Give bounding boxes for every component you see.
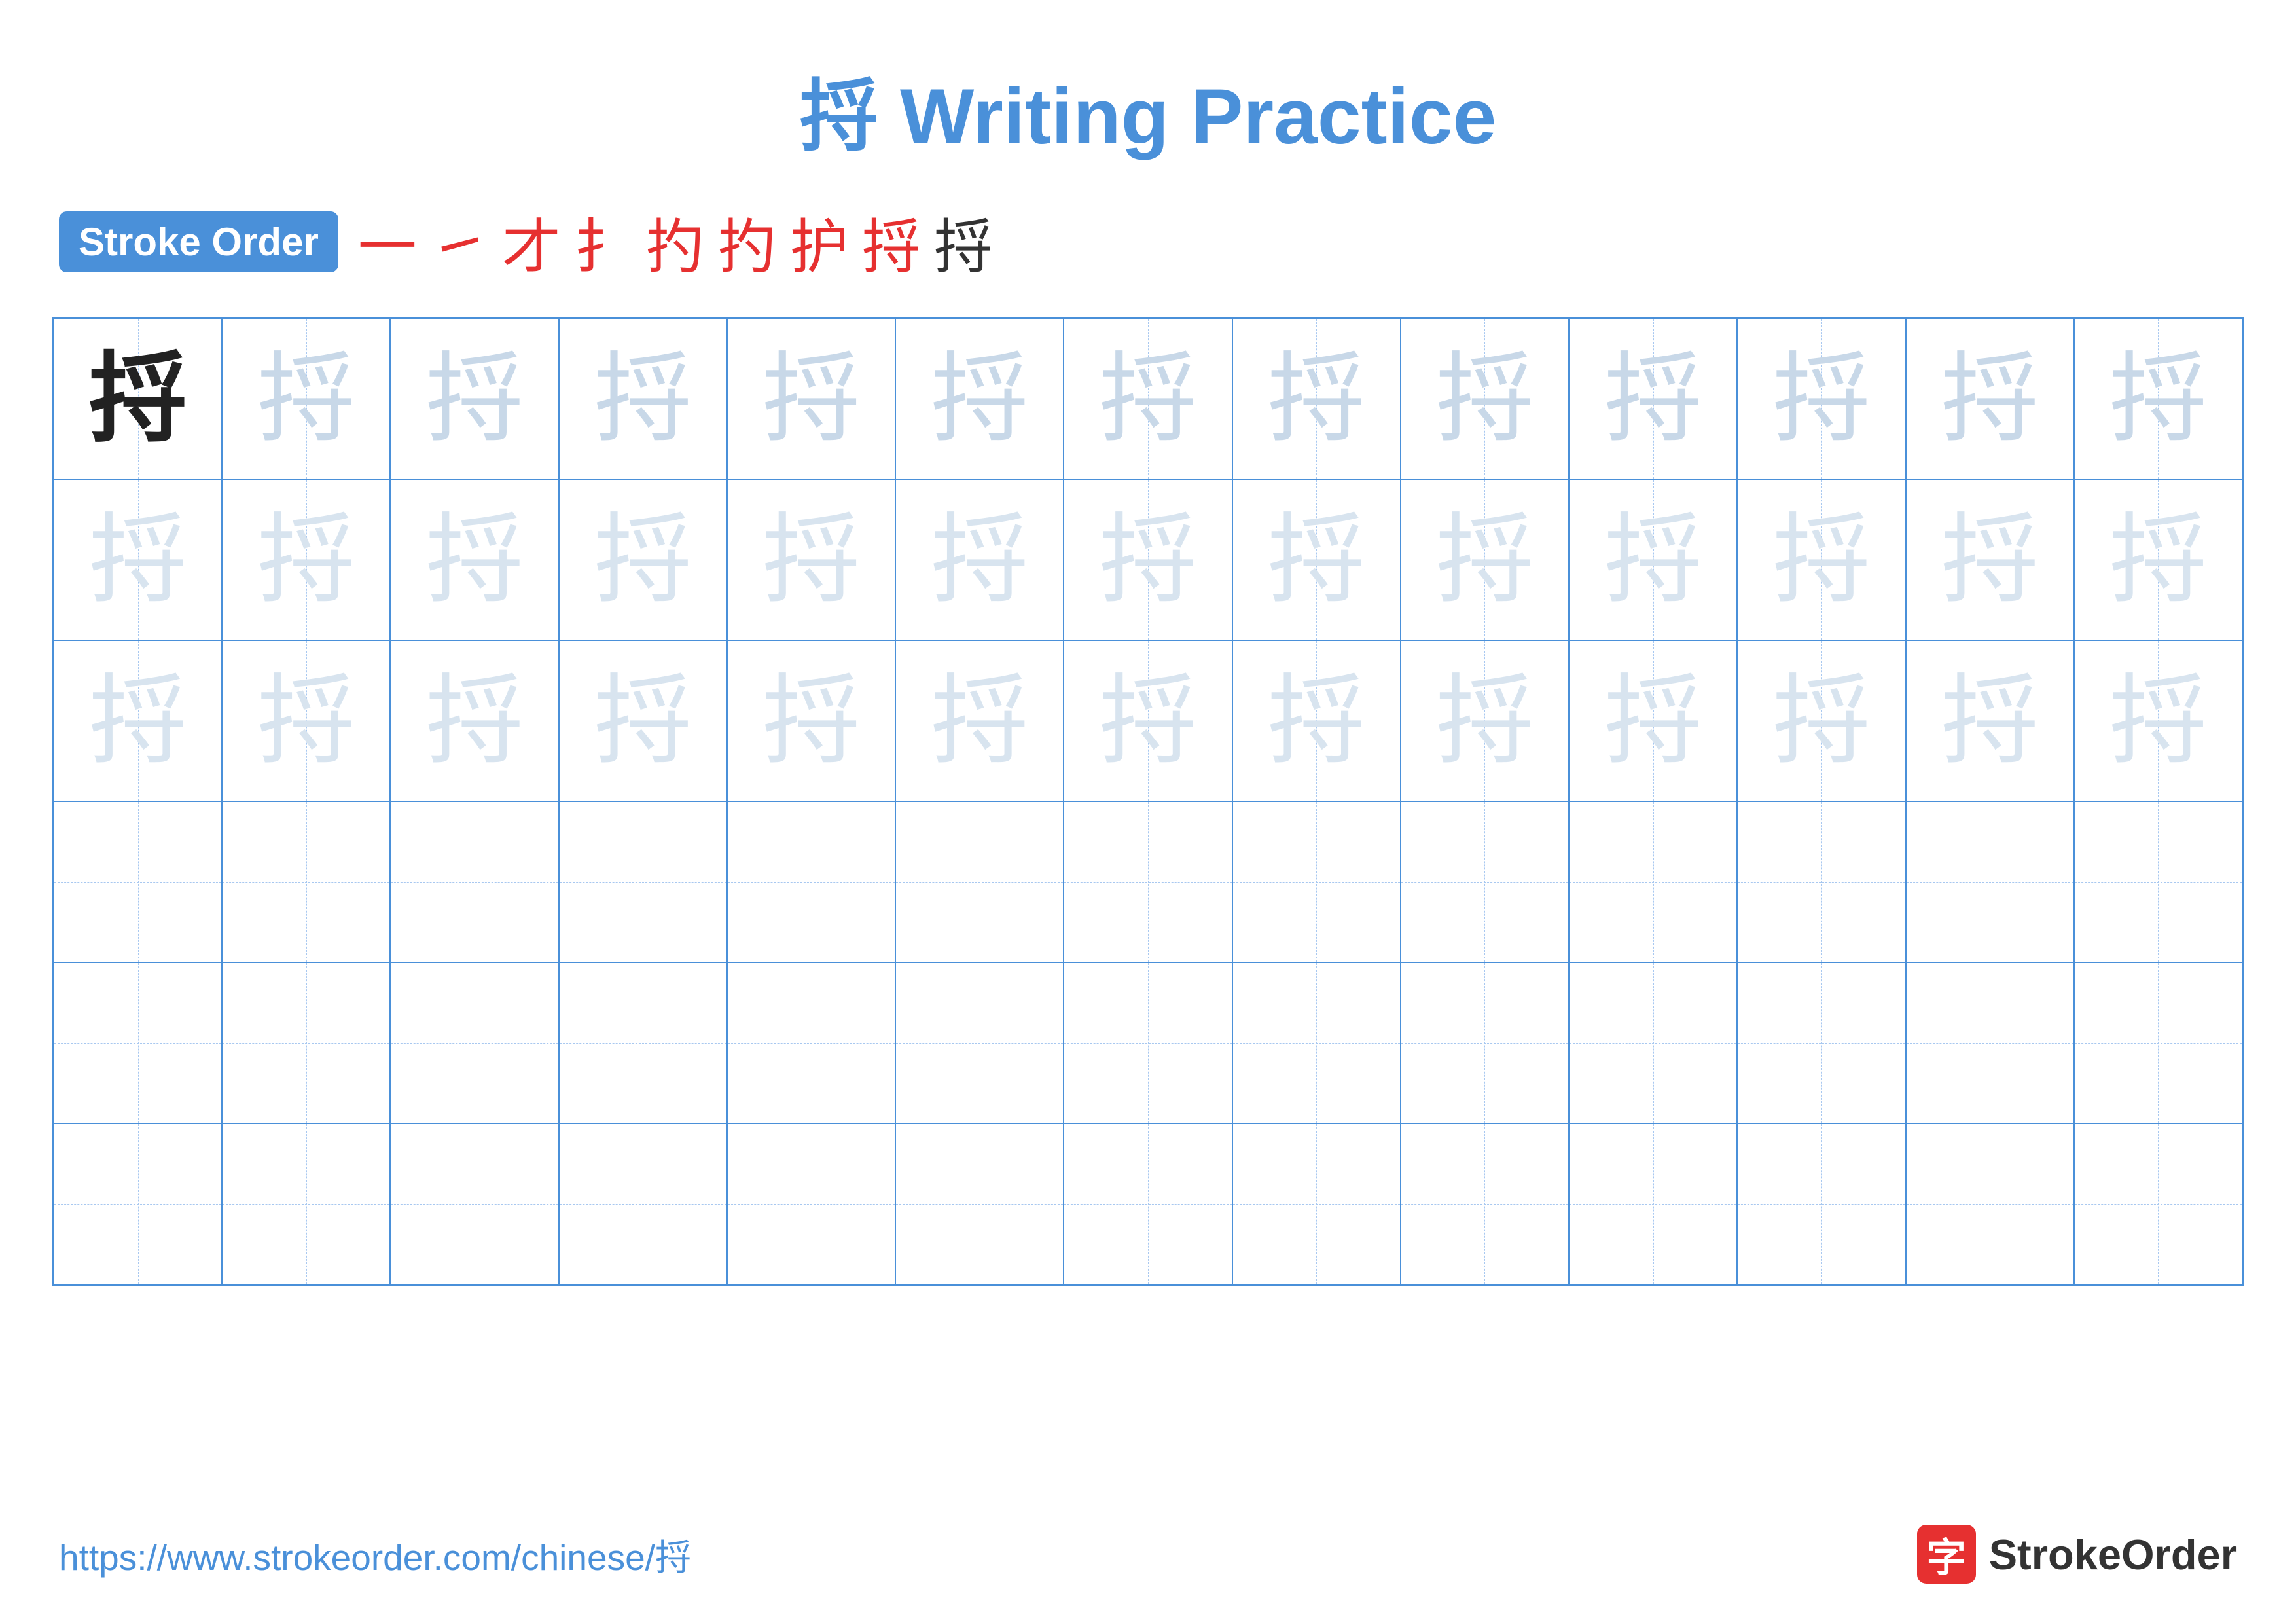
- stroke-steps: 一 ㇀ 才 扌 扚 扚 护 捋 捋: [358, 199, 993, 284]
- grid-cell[interactable]: 捋: [1064, 318, 1232, 479]
- grid-cell[interactable]: 捋: [1569, 640, 1737, 801]
- grid-cell[interactable]: [1232, 1123, 1401, 1285]
- page-title: 捋 Writing Practice: [0, 0, 2296, 166]
- title-char: 捋: [800, 73, 878, 160]
- stroke-step-6: 扚: [718, 199, 777, 284]
- grid-cell[interactable]: 捋: [222, 479, 390, 640]
- grid-cell[interactable]: 捋: [559, 479, 727, 640]
- grid-cell[interactable]: 捋: [2074, 479, 2242, 640]
- grid-cell[interactable]: [1232, 962, 1401, 1123]
- grid-cell[interactable]: 捋: [1401, 640, 1569, 801]
- grid-cell[interactable]: [1906, 962, 2074, 1123]
- logo-icon: 字: [1917, 1525, 1976, 1584]
- grid-cell[interactable]: [1737, 801, 1905, 962]
- grid-cell[interactable]: [559, 801, 727, 962]
- grid-cell[interactable]: [222, 801, 390, 962]
- grid-cell[interactable]: 捋: [1064, 479, 1232, 640]
- stroke-step-4: 扌: [574, 199, 633, 284]
- grid-cell[interactable]: [895, 801, 1064, 962]
- grid-cell[interactable]: 捋: [559, 318, 727, 479]
- grid-cell[interactable]: 捋: [2074, 318, 2242, 479]
- grid-cell[interactable]: 捋: [54, 318, 222, 479]
- grid-cell[interactable]: 捋: [1232, 640, 1401, 801]
- grid-cell[interactable]: 捋: [895, 479, 1064, 640]
- stroke-step-7: 护: [790, 199, 849, 284]
- grid-cell[interactable]: 捋: [1906, 318, 2074, 479]
- grid-cell[interactable]: 捋: [1232, 479, 1401, 640]
- stroke-step-8: 捋: [862, 199, 921, 284]
- grid-cell[interactable]: [1401, 1123, 1569, 1285]
- grid-cell[interactable]: [1232, 801, 1401, 962]
- grid-cell[interactable]: [1064, 801, 1232, 962]
- grid-cell[interactable]: 捋: [727, 318, 895, 479]
- grid-cell[interactable]: [1401, 962, 1569, 1123]
- grid-cell[interactable]: 捋: [1737, 318, 1905, 479]
- grid-cell[interactable]: [559, 1123, 727, 1285]
- stroke-order-row: Stroke Order 一 ㇀ 才 扌 扚 扚 护 捋 捋: [0, 166, 2296, 304]
- grid-cell[interactable]: [1064, 1123, 1232, 1285]
- grid-cell[interactable]: [390, 1123, 558, 1285]
- logo-text: StrokeOrder: [1989, 1530, 2237, 1579]
- stroke-step-5: 扚: [646, 199, 705, 284]
- grid-cell[interactable]: 捋: [1906, 479, 2074, 640]
- title-text: Writing Practice: [900, 73, 1496, 160]
- grid-cell[interactable]: [1569, 962, 1737, 1123]
- grid-cell[interactable]: [1737, 962, 1905, 1123]
- grid-cell[interactable]: [222, 962, 390, 1123]
- grid-cell[interactable]: [1569, 1123, 1737, 1285]
- grid-cell[interactable]: [727, 801, 895, 962]
- grid-cell[interactable]: 捋: [390, 640, 558, 801]
- grid-cell[interactable]: 捋: [1401, 318, 1569, 479]
- practice-grid: 捋捋捋捋捋捋捋捋捋捋捋捋捋捋捋捋捋捋捋捋捋捋捋捋捋捋捋捋捋捋捋捋捋捋捋捋捋捋捋: [52, 317, 2244, 1286]
- grid-cell[interactable]: 捋: [222, 318, 390, 479]
- grid-cell[interactable]: [1906, 1123, 2074, 1285]
- grid-cell[interactable]: [895, 1123, 1064, 1285]
- grid-cell[interactable]: [1569, 801, 1737, 962]
- grid-cell[interactable]: 捋: [1569, 318, 1737, 479]
- stroke-step-2: ㇀: [430, 199, 489, 284]
- grid-cell[interactable]: [1064, 962, 1232, 1123]
- grid-cell[interactable]: 捋: [222, 640, 390, 801]
- footer-url: https://www.strokeorder.com/chinese/捋: [59, 1528, 691, 1580]
- grid-cell[interactable]: [390, 962, 558, 1123]
- grid-cell[interactable]: [54, 1123, 222, 1285]
- grid-cell[interactable]: [1906, 801, 2074, 962]
- grid-cell[interactable]: [54, 962, 222, 1123]
- grid-cell[interactable]: 捋: [559, 640, 727, 801]
- grid-cell[interactable]: 捋: [895, 640, 1064, 801]
- grid-cell[interactable]: 捋: [390, 318, 558, 479]
- grid-cell[interactable]: 捋: [727, 640, 895, 801]
- grid-cell[interactable]: 捋: [54, 479, 222, 640]
- grid-cell[interactable]: 捋: [895, 318, 1064, 479]
- grid-cell[interactable]: 捋: [1232, 318, 1401, 479]
- grid-cell[interactable]: 捋: [1906, 640, 2074, 801]
- grid-cell[interactable]: [895, 962, 1064, 1123]
- stroke-step-1: 一: [358, 199, 417, 284]
- grid-cell[interactable]: [727, 1123, 895, 1285]
- grid-cell[interactable]: 捋: [1401, 479, 1569, 640]
- grid-cell[interactable]: [1401, 801, 1569, 962]
- grid-cell[interactable]: [2074, 1123, 2242, 1285]
- grid-cell[interactable]: [54, 801, 222, 962]
- grid-cell[interactable]: 捋: [1064, 640, 1232, 801]
- footer: https://www.strokeorder.com/chinese/捋 字 …: [0, 1525, 2296, 1584]
- grid-cell[interactable]: 捋: [1737, 640, 1905, 801]
- grid-cell[interactable]: [727, 962, 895, 1123]
- grid-cell[interactable]: 捋: [54, 640, 222, 801]
- grid-cell[interactable]: 捋: [1737, 479, 1905, 640]
- grid-cell[interactable]: [2074, 801, 2242, 962]
- stroke-step-9: 捋: [934, 199, 993, 284]
- stroke-step-3: 才: [502, 199, 561, 284]
- grid-cell[interactable]: 捋: [1569, 479, 1737, 640]
- grid-cell[interactable]: 捋: [2074, 640, 2242, 801]
- grid-cell[interactable]: 捋: [390, 479, 558, 640]
- grid-cell[interactable]: [222, 1123, 390, 1285]
- grid-cell[interactable]: 捋: [727, 479, 895, 640]
- grid-cell[interactable]: [2074, 962, 2242, 1123]
- stroke-order-badge: Stroke Order: [59, 211, 338, 272]
- grid-cell[interactable]: [559, 962, 727, 1123]
- footer-logo: 字 StrokeOrder: [1917, 1525, 2237, 1584]
- grid-cell[interactable]: [390, 801, 558, 962]
- grid-cell[interactable]: [1737, 1123, 1905, 1285]
